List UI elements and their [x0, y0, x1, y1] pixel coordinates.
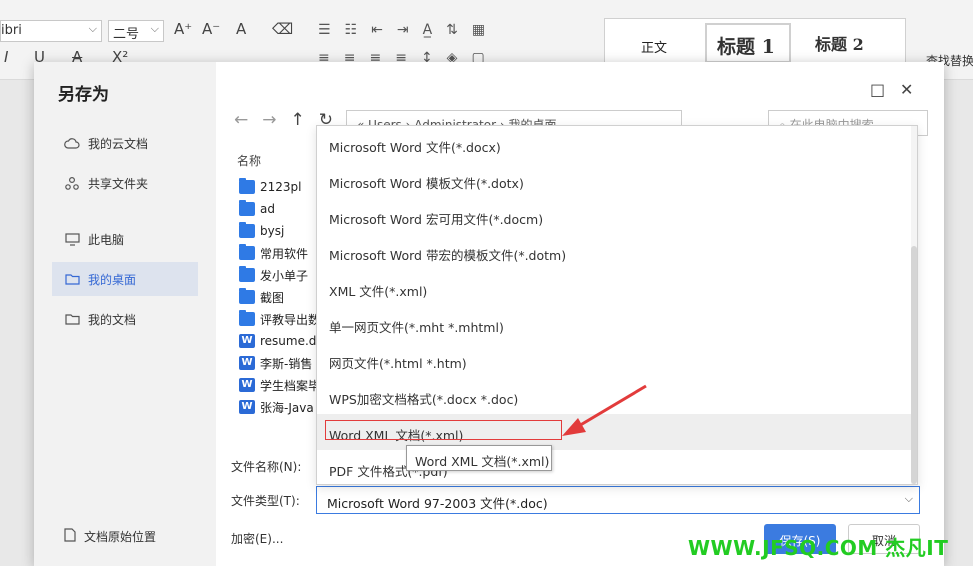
option-docx[interactable]: Microsoft Word 文件(*.docx) [317, 126, 913, 162]
file-name: 张海-Java [260, 400, 314, 415]
file-type-label: 文件类型(T): [231, 494, 300, 508]
option-docm[interactable]: Microsoft Word 宏可用文件(*.docm) [317, 198, 913, 234]
folder-icon [239, 200, 255, 216]
word-doc-icon: W [239, 356, 255, 370]
bullet-list-icon[interactable]: ☰ [318, 22, 331, 38]
monitor-icon [64, 232, 80, 246]
dropdown-scrollbar[interactable] [911, 126, 917, 484]
option-dotm[interactable]: Microsoft Word 带宏的模板文件(*.dotm) [317, 234, 913, 270]
file-name: ad [260, 202, 275, 216]
style-heading-2[interactable]: 标题 2 [815, 31, 864, 55]
file-name-label: 文件名称(N): [231, 460, 302, 474]
encrypt-link[interactable]: 加密(E)... [231, 530, 283, 547]
text-effect-icon[interactable]: A [236, 20, 246, 38]
option-mht[interactable]: 单一网页文件(*.mht *.mhtml) [317, 306, 913, 342]
sidebar-item-desktop[interactable]: 我的桌面 [52, 262, 198, 296]
folder-icon [239, 178, 255, 194]
highlight-box [325, 420, 562, 440]
option-dotx[interactable]: Microsoft Word 模板文件(*.dotx) [317, 162, 913, 198]
column-header-name[interactable]: 名称 [237, 152, 261, 169]
file-name: 2123pl [260, 180, 302, 194]
word-doc-icon: W [239, 378, 255, 392]
file-type-dropdown: Microsoft Word 文件(*.docx) Microsoft Word… [316, 125, 918, 485]
maximize-icon[interactable]: □ [870, 80, 885, 99]
option-wps-encrypted[interactable]: WPS加密文档格式(*.docx *.doc) [317, 378, 913, 414]
option-tooltip: Word XML 文档(*.xml) [406, 445, 552, 471]
word-doc-icon: W [239, 400, 255, 414]
original-location-label: 文档原始位置 [84, 530, 157, 544]
option-html[interactable]: 网页文件(*.html *.htm) [317, 342, 913, 378]
file-type-value: Microsoft Word 97-2003 文件(*.doc) [327, 496, 548, 511]
file-name: 李斯-销售 [260, 356, 313, 371]
char-format-icon[interactable]: A̲ [423, 22, 433, 38]
sidebar-item-label: 我的文档 [88, 312, 137, 327]
folder-icon [239, 244, 255, 260]
sidebar-item-shared-folder[interactable]: 共享文件夹 [52, 166, 198, 200]
chevron-down-icon: ⌵ [88, 22, 97, 35]
file-name: bysj [260, 224, 285, 238]
original-location-button[interactable]: 文档原始位置 [64, 528, 156, 545]
font-name-select[interactable]: ibri ⌵ [0, 20, 102, 42]
word-doc-icon: W [239, 334, 255, 348]
file-name: 截图 [260, 290, 285, 305]
sidebar-item-label: 我的云文档 [88, 136, 149, 151]
number-list-icon[interactable]: ☷ [345, 22, 358, 38]
up-arrow-icon[interactable]: ↑ [291, 110, 305, 130]
italic-icon[interactable]: I [4, 48, 8, 66]
close-icon[interactable]: ✕ [900, 80, 913, 99]
watermark: WWW.JFSQ.COM 杰凡IT [688, 536, 949, 560]
folder-icon [239, 310, 255, 326]
file-name: 学生档案毕 [260, 378, 321, 393]
document-icon [64, 528, 76, 545]
outdent-icon[interactable]: ⇤ [371, 22, 383, 38]
folder-icon [239, 266, 255, 282]
sidebar-item-label: 我的桌面 [88, 272, 137, 287]
font-name-value: ibri [1, 23, 22, 38]
sort-icon[interactable]: ⇅ [446, 22, 458, 38]
share-icon [64, 176, 80, 190]
style-heading-1[interactable]: 标题 1 [705, 23, 791, 63]
folder-icon [239, 222, 255, 238]
dialog-title: 另存为 [58, 85, 109, 105]
chevron-down-icon: ⌵ [150, 22, 159, 35]
indent-icon[interactable]: ⇥ [397, 22, 409, 38]
cloud-icon [64, 136, 80, 150]
file-name: 评教导出数 [260, 312, 321, 327]
file-name: resume.d [260, 334, 317, 348]
font-size-value: 二号 [113, 27, 140, 42]
scrollbar-thumb[interactable] [911, 246, 917, 484]
sidebar-item-my-documents[interactable]: 我的文档 [52, 302, 198, 336]
forward-arrow-icon[interactable]: → [262, 110, 276, 130]
sidebar-item-label: 此电脑 [88, 232, 125, 247]
sidebar-item-this-pc[interactable]: 此电脑 [52, 222, 198, 256]
dialog-sidebar: 另存为 我的云文档 共享文件夹 此电脑 我的桌面 我的文档 文档原始位置 [34, 62, 216, 566]
sidebar-item-label: 共享文件夹 [88, 176, 149, 191]
font-size-select[interactable]: 二号 ⌵ [108, 20, 164, 42]
file-name: 发小单子 [260, 268, 309, 283]
shrink-font-icon[interactable]: A⁻ [202, 20, 220, 38]
table-icon[interactable]: ▦ [472, 22, 485, 38]
folder-icon [64, 312, 80, 326]
option-xml[interactable]: XML 文件(*.xml) [317, 270, 913, 306]
grow-font-icon[interactable]: A⁺ [174, 20, 192, 38]
back-arrow-icon[interactable]: ← [234, 110, 248, 130]
file-name: 常用软件 [260, 246, 309, 261]
chevron-down-icon: ⌵ [904, 492, 913, 505]
folder-icon [239, 288, 255, 304]
style-normal[interactable]: 正文 [641, 37, 667, 56]
eraser-icon[interactable]: ⌫ [272, 20, 293, 38]
file-type-select[interactable]: Microsoft Word 97-2003 文件(*.doc) ⌵ [316, 486, 920, 514]
folder-icon [64, 272, 80, 286]
sidebar-item-cloud-docs[interactable]: 我的云文档 [52, 126, 198, 160]
